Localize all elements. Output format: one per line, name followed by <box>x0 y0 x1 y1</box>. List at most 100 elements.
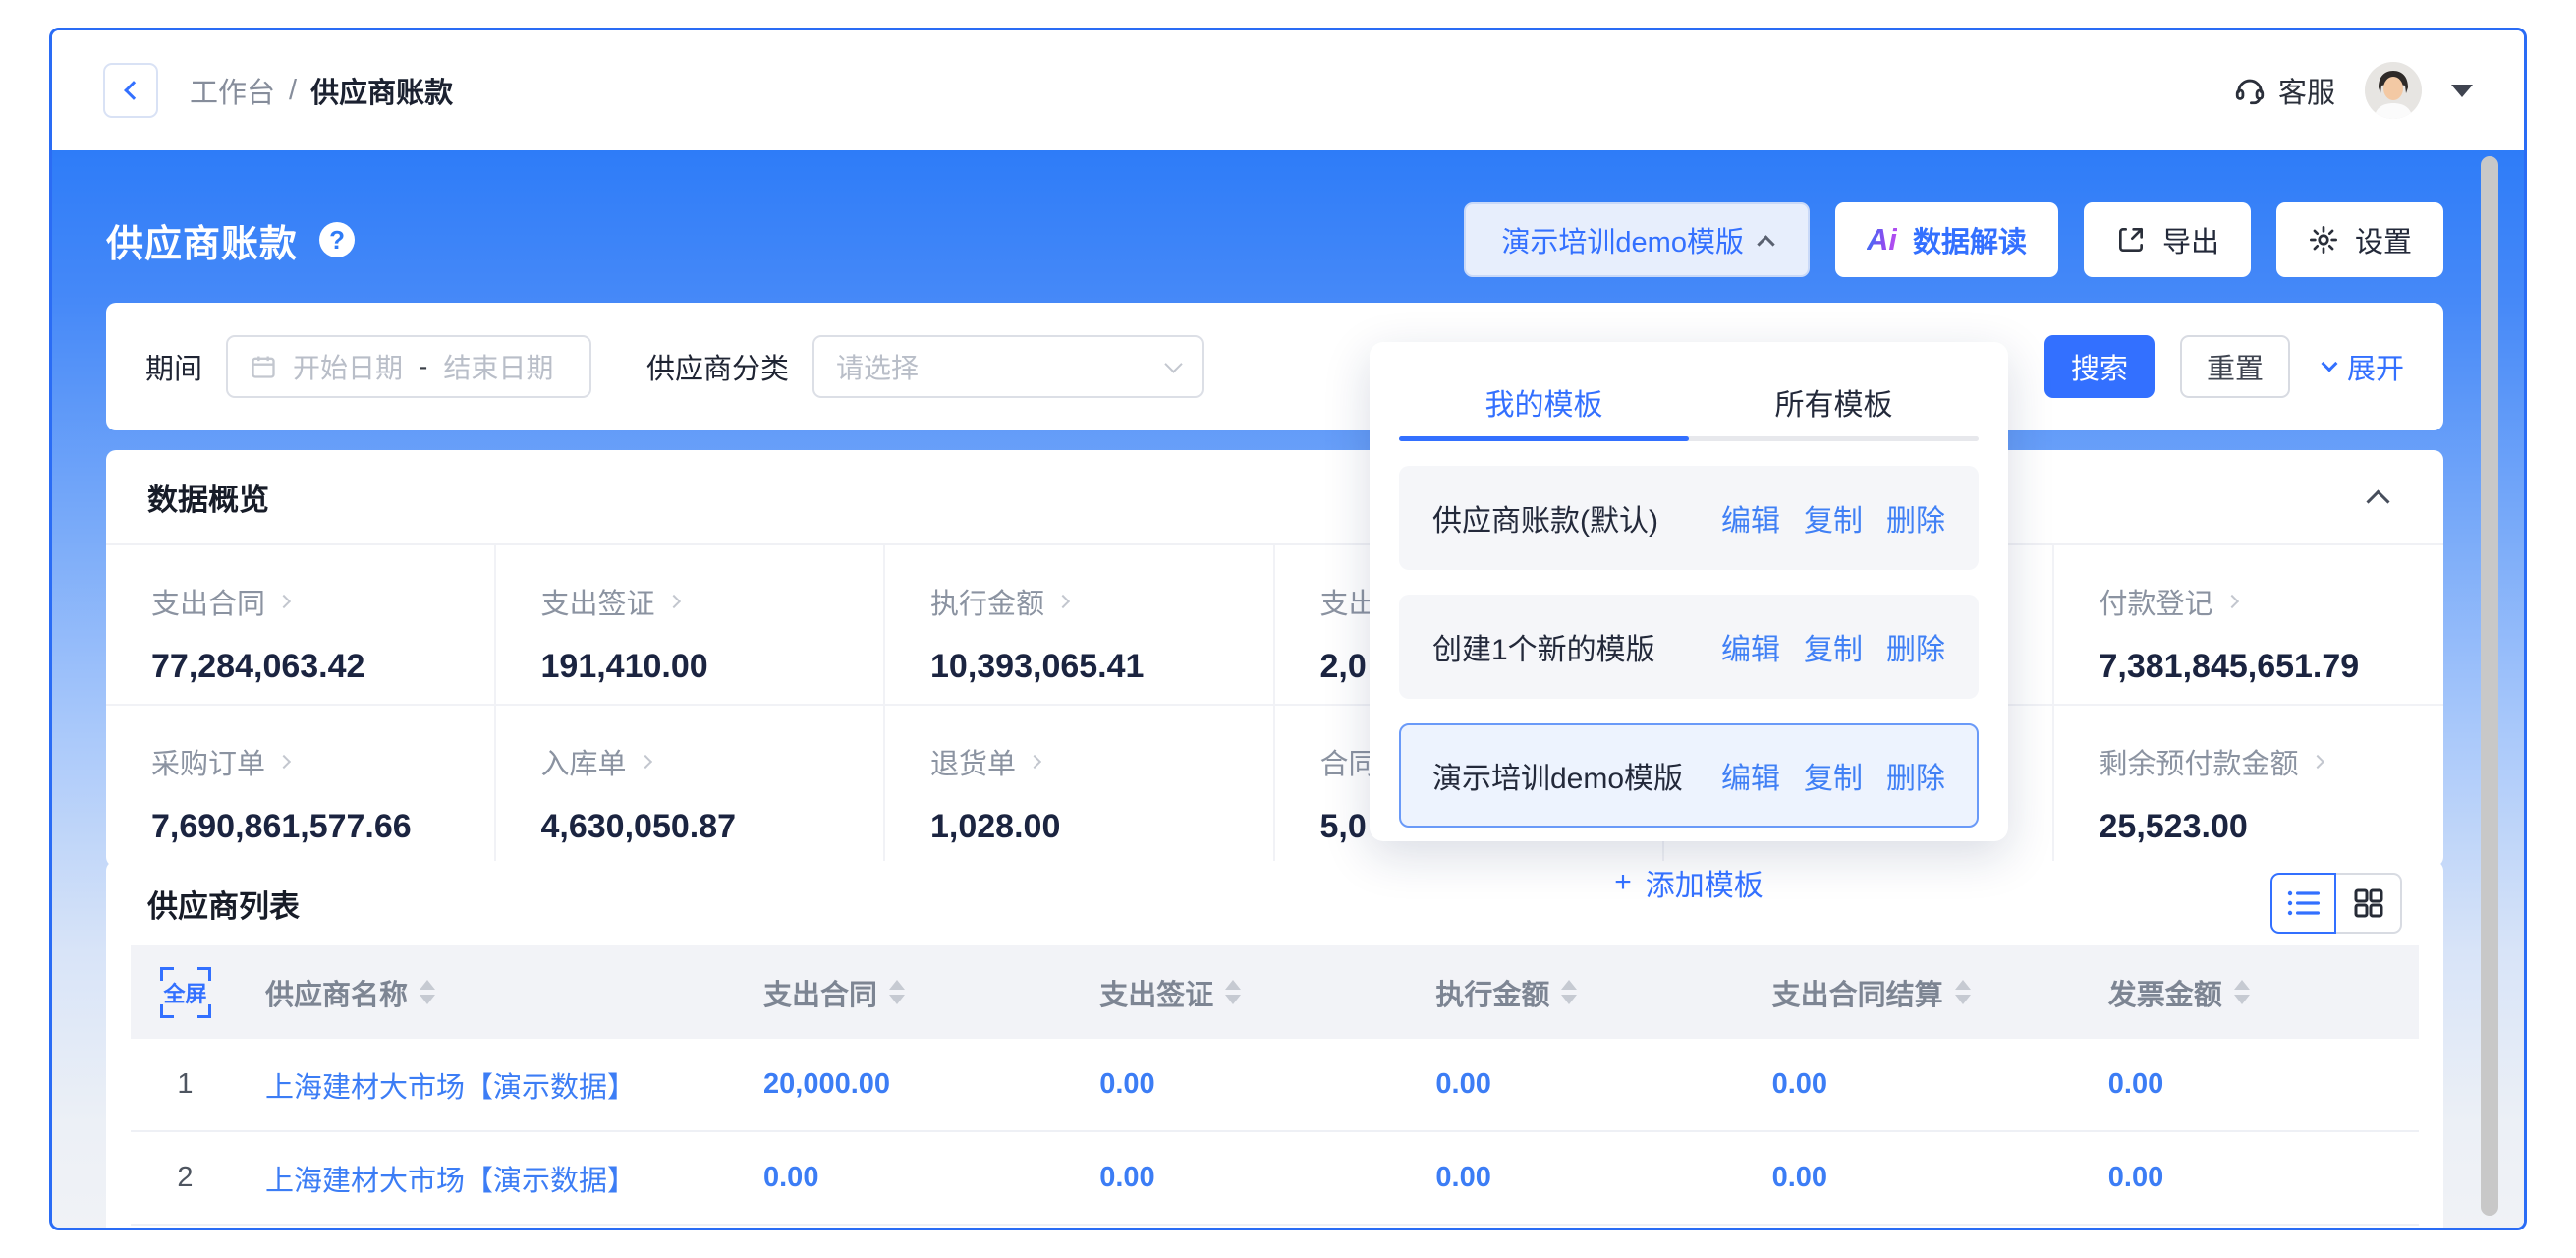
ai-interpret-button[interactable]: Ai 数据解读 <box>1835 202 2058 277</box>
column-header-expense-contract[interactable]: 支出合同 <box>738 972 1074 1013</box>
avatar[interactable] <box>2365 62 2422 119</box>
data-overview-card: 数据概览 支出合同 77,284,063.42 支出签证 191,410.00 … <box>106 450 2443 867</box>
reset-button[interactable]: 重置 <box>2180 335 2290 398</box>
category-select[interactable]: 请选择 <box>812 335 1204 398</box>
edit-link[interactable]: 编辑 <box>1721 496 1780 540</box>
stat-payment-register[interactable]: 付款登记 7,381,845,651.79 <box>2054 545 2444 706</box>
stat-label: 支出 <box>1320 581 1377 622</box>
list-view-button[interactable] <box>2270 873 2336 934</box>
template-selector-button[interactable]: 演示培训demo模版 <box>1464 202 1810 277</box>
sort-icon[interactable] <box>1561 980 1577 1004</box>
cell-execution-amount[interactable]: 0.00 <box>1410 1162 1746 1194</box>
fullscreen-button[interactable]: 全屏 <box>131 967 240 1018</box>
customer-service-label: 客服 <box>2278 70 2335 111</box>
column-header-supplier-name[interactable]: 供应商名称 <box>240 972 738 1013</box>
template-item-new[interactable]: 创建1个新的模版 编辑 复制 删除 <box>1399 595 1979 699</box>
tab-my-templates[interactable]: 我的模板 <box>1399 368 1689 436</box>
collapse-chevron-icon[interactable] <box>2366 489 2389 513</box>
row-index: 2 <box>131 1162 240 1194</box>
edit-link[interactable]: 编辑 <box>1721 754 1780 797</box>
sort-icon[interactable] <box>2234 980 2250 1004</box>
sort-icon[interactable] <box>420 980 435 1004</box>
headset-icon <box>2233 74 2267 107</box>
stat-value: 4,630,050.87 <box>541 808 865 846</box>
column-header-execution-amount[interactable]: 执行金额 <box>1410 972 1746 1013</box>
cell-invoice-amount[interactable]: 0.00 <box>2083 1068 2419 1101</box>
copy-link[interactable]: 复制 <box>1804 754 1863 797</box>
stat-inbound-order[interactable]: 入库单 4,630,050.87 <box>496 706 886 866</box>
template-tabs: 我的模板 所有模板 <box>1399 368 1979 436</box>
grid-view-button[interactable] <box>2336 873 2402 934</box>
supplier-name-link[interactable]: 上海建材大市场【演示数据】 <box>240 1158 738 1199</box>
stat-value: 1,028.00 <box>930 808 1254 846</box>
supplier-list-header: 供应商列表 <box>131 861 2419 945</box>
list-view-icon <box>2287 888 2321 918</box>
delete-link[interactable]: 删除 <box>1886 754 1945 797</box>
edit-link[interactable]: 编辑 <box>1721 625 1780 668</box>
cell-contract-settlement[interactable]: 0.00 <box>1747 1068 2083 1101</box>
template-item-default[interactable]: 供应商账款(默认) 编辑 复制 删除 <box>1399 466 1979 570</box>
topbar-right: 客服 <box>2233 62 2473 119</box>
help-icon[interactable]: ? <box>319 222 355 257</box>
table-row: 2 上海建材大市场【演示数据】 0.00 0.00 0.00 0.00 0.00 <box>131 1132 2419 1226</box>
stat-purchase-order[interactable]: 采购订单 7,690,861,577.66 <box>106 706 496 866</box>
chevron-right-icon <box>1056 595 1070 608</box>
search-button[interactable]: 搜索 <box>2044 335 2155 398</box>
expand-link[interactable]: 展开 <box>2324 346 2404 387</box>
delete-link[interactable]: 删除 <box>1886 625 1945 668</box>
copy-link[interactable]: 复制 <box>1804 625 1863 668</box>
active-tab-indicator <box>1399 436 1689 441</box>
stat-expense-contract[interactable]: 支出合同 77,284,063.42 <box>106 545 496 706</box>
breadcrumb-root[interactable]: 工作台 <box>190 70 275 111</box>
delete-link[interactable]: 删除 <box>1886 496 1945 540</box>
settings-button[interactable]: 设置 <box>2276 202 2443 277</box>
data-overview-header: 数据概览 <box>106 450 2443 545</box>
stat-execution-amount[interactable]: 执行金额 10,393,065.41 <box>885 545 1275 706</box>
calendar-icon <box>250 353 277 380</box>
cell-expense-contract[interactable]: 0.00 <box>738 1162 1074 1194</box>
chevron-right-icon <box>277 755 291 769</box>
stat-return-order[interactable]: 退货单 1,028.00 <box>885 706 1275 866</box>
table-header-row: 全屏 供应商名称 支出合同 支出签证 <box>131 945 2419 1039</box>
chevron-down-icon[interactable] <box>2451 85 2473 97</box>
plus-icon: + <box>1614 866 1632 899</box>
copy-link[interactable]: 复制 <box>1804 496 1863 540</box>
customer-service-button[interactable]: 客服 <box>2233 70 2335 111</box>
supplier-list-title: 供应商列表 <box>147 882 300 926</box>
app-window: 工作台 / 供应商账款 客服 <box>49 28 2527 1230</box>
template-item-demo[interactable]: 演示培训demo模版 编辑 复制 删除 <box>1399 723 1979 828</box>
cell-invoice-amount[interactable]: 0.00 <box>2083 1162 2419 1194</box>
vertical-scrollbar[interactable] <box>2481 156 2498 1216</box>
stat-label: 支出签证 <box>541 581 655 622</box>
supplier-name-link[interactable]: 上海建材大市场【演示数据】 <box>240 1064 738 1106</box>
back-button[interactable] <box>103 63 158 118</box>
column-header-expense-visa[interactable]: 支出签证 <box>1074 972 1410 1013</box>
column-header-contract-settlement[interactable]: 支出合同结算 <box>1747 972 2083 1013</box>
template-name: 供应商账款(默认) <box>1432 496 1658 540</box>
date-range-input[interactable]: 开始日期 - 结束日期 <box>226 335 591 398</box>
expand-label: 展开 <box>2347 346 2404 387</box>
column-header-invoice-amount[interactable]: 发票金额 <box>2083 972 2419 1013</box>
gear-icon <box>2308 224 2339 256</box>
cell-expense-visa[interactable]: 0.00 <box>1074 1068 1410 1101</box>
range-separator: - <box>419 351 427 382</box>
header-actions: 演示培训demo模版 Ai 数据解读 导出 <box>1464 202 2443 277</box>
cell-contract-settlement[interactable]: 0.00 <box>1747 1162 2083 1194</box>
template-dropdown-panel: 我的模板 所有模板 供应商账款(默认) 编辑 复制 删除 创建1个新的模版 <box>1370 342 2008 841</box>
stat-remaining-prepayment[interactable]: 剩余预付款金额 25,523.00 <box>2054 706 2444 866</box>
tab-all-templates[interactable]: 所有模板 <box>1689 368 1979 436</box>
export-button[interactable]: 导出 <box>2084 202 2251 277</box>
cell-expense-contract[interactable]: 20,000.00 <box>738 1068 1074 1101</box>
sort-icon[interactable] <box>1225 980 1241 1004</box>
cell-expense-visa[interactable]: 0.00 <box>1074 1162 1410 1194</box>
stat-expense-visa[interactable]: 支出签证 191,410.00 <box>496 545 886 706</box>
breadcrumb: 工作台 / 供应商账款 <box>190 70 453 111</box>
settings-label: 设置 <box>2355 219 2412 260</box>
data-overview-title: 数据概览 <box>147 475 269 519</box>
sort-icon[interactable] <box>889 980 905 1004</box>
sort-icon[interactable] <box>1955 980 1971 1004</box>
category-placeholder: 请选择 <box>836 347 919 386</box>
add-template-button[interactable]: + 添加模板 <box>1399 861 1979 904</box>
chevron-right-icon <box>2224 595 2238 608</box>
cell-execution-amount[interactable]: 0.00 <box>1410 1068 1746 1101</box>
